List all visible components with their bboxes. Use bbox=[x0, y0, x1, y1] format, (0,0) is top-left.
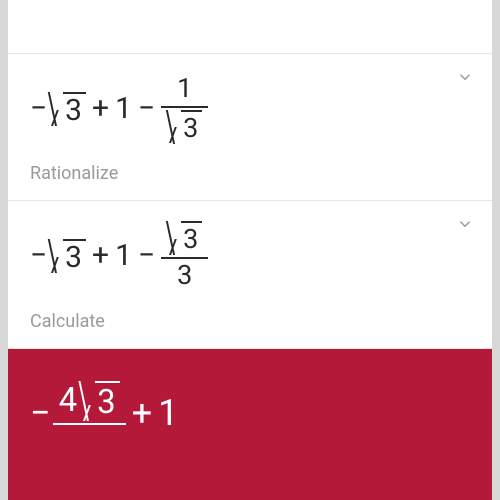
plus-sign: + bbox=[86, 94, 115, 124]
constant-1: 1 bbox=[158, 395, 178, 431]
result-expression: − 4 3 3 + 1 bbox=[30, 379, 470, 431]
denominator: 3 bbox=[161, 108, 208, 146]
minus-sign: − bbox=[30, 241, 49, 271]
coefficient: 4 bbox=[59, 383, 78, 419]
radicand: 3 bbox=[181, 110, 202, 144]
radicand: 3 bbox=[63, 92, 86, 126]
sqrt-3: 3 bbox=[49, 239, 86, 273]
fraction-1-over-sqrt3: 1 3 bbox=[161, 72, 208, 145]
radicand: 3 bbox=[63, 239, 86, 273]
radicand: 3 bbox=[95, 381, 120, 421]
step-caption: Calculate bbox=[30, 311, 470, 332]
numerator: 1 bbox=[171, 72, 198, 106]
numerator: 3 bbox=[161, 219, 208, 257]
step-calculate[interactable]: − 3 + 1 − 3 3 Calculate bbox=[8, 201, 492, 348]
step-caption: Rationalize bbox=[30, 163, 470, 184]
minus-sign: − bbox=[132, 241, 161, 271]
plus-sign: + bbox=[86, 241, 115, 271]
radicand: 3 bbox=[181, 221, 202, 255]
step-rationalize[interactable]: − 3 + 1 − 1 3 Rationalize bbox=[8, 54, 492, 201]
minus-sign: − bbox=[30, 94, 49, 124]
sqrt-3: 3 bbox=[167, 110, 202, 144]
plus-sign: + bbox=[126, 395, 158, 431]
constant-1: 1 bbox=[115, 241, 132, 271]
expression: − 3 + 1 − 1 3 bbox=[30, 72, 470, 145]
minus-sign: − bbox=[132, 94, 161, 124]
minus-sign: − bbox=[30, 395, 53, 431]
chevron-down-icon bbox=[456, 215, 474, 233]
previous-step-placeholder bbox=[8, 0, 492, 54]
denominator: 3 bbox=[171, 259, 198, 293]
fraction-sqrt3-over-3: 3 3 bbox=[161, 219, 208, 292]
chevron-down-icon bbox=[456, 68, 474, 86]
sqrt-3: 3 bbox=[49, 92, 86, 126]
sqrt-3: 3 bbox=[167, 221, 202, 255]
constant-1: 1 bbox=[115, 94, 132, 124]
result-panel[interactable]: − 4 3 3 + 1 bbox=[8, 349, 492, 500]
solver-panel: − 3 + 1 − 1 3 Rationalize bbox=[8, 0, 492, 500]
fraction-4sqrt3-over-3: 4 3 3 bbox=[53, 379, 126, 429]
expression: − 3 + 1 − 3 3 bbox=[30, 219, 470, 292]
